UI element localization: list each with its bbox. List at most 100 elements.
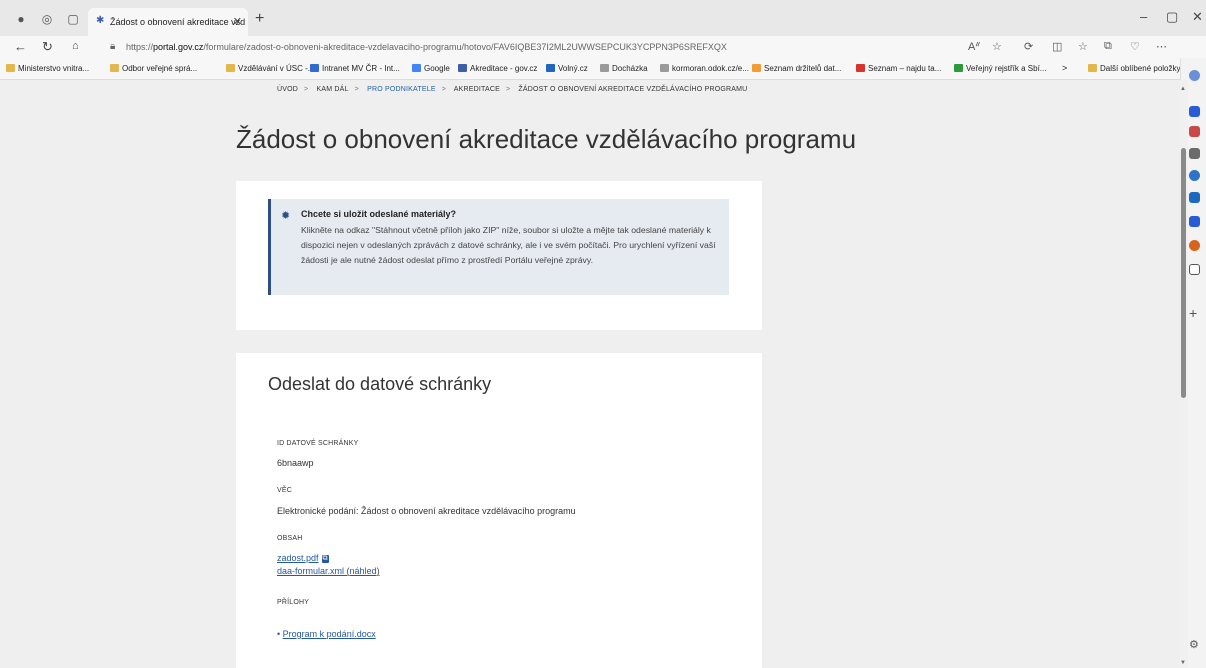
attachment-item[interactable]: • Program k podání.docx [277,629,376,639]
more-icon[interactable]: ⋯ [1156,40,1167,53]
settings-icon[interactable]: ⚙ [1189,640,1200,651]
fav-item[interactable]: kormoran.odok.cz/e... [660,64,749,73]
fav-item[interactable]: Docházka [600,64,648,73]
send-card: Odeslat do datové schránky ID DATOVÉ SCH… [236,353,762,668]
fav-label: Seznam – najdu ta... [868,64,942,73]
attachment-link[interactable]: Program k podání.docx [283,629,376,639]
breadcrumb-separator: > [505,86,511,93]
notes-icon[interactable] [1189,264,1200,275]
folder-icon [110,64,119,72]
refresh-icon[interactable]: ↻ [42,39,53,55]
fav-label: Volný.cz [558,64,588,73]
games-icon[interactable] [1189,148,1200,159]
page-scrollbar[interactable]: ▲ ▼ [1180,80,1188,668]
intranet-icon [310,64,319,72]
collections-icon[interactable]: ⧉ [1104,40,1112,53]
extensions-icon[interactable]: ⟳ [1024,40,1033,53]
external-link-icon: ⧉ [321,555,329,563]
chevron-right-icon[interactable]: > [1062,63,1067,73]
breadcrumb: ÚVOD > KAM DÁL > PRO PODNIKATELE > AKREDITA… [277,86,753,93]
tab-title: Žádost o obnovení akreditace vzd [110,17,246,27]
page-title: Žádost o obnovení akreditace vzdělávacíh… [236,124,857,154]
word-icon[interactable] [1189,216,1200,227]
scroll-thumb[interactable] [1181,148,1186,398]
fav-label: Další oblíbené položky [1100,64,1181,73]
folder-icon [226,64,235,72]
address-bar[interactable]: 🔒︎ https://portal.gov.cz/formulare/zadost… [106,37,1006,57]
minimize-icon[interactable]: – [1140,9,1147,24]
breadcrumb-home[interactable]: ÚVOD [277,86,298,93]
info-card: ✹ Chcete si uložit odeslané materiály? K… [236,181,762,330]
fav-item[interactable]: Ministerstvo vnitra... [6,64,89,73]
tab-actions-icon[interactable]: ▢ [66,12,80,26]
fav-label: Seznam držitelů dat... [764,64,842,73]
breadcrumb-akreditace[interactable]: AKREDITACE [454,86,500,93]
new-tab-button[interactable]: + [255,10,264,28]
performance-icon[interactable]: ♡ [1130,40,1140,53]
profile-icon[interactable]: ● [14,12,28,26]
close-tab-icon[interactable]: ✕ [233,8,242,36]
info-box: ✹ Chcete si uložit odeslané materiály? K… [268,199,729,295]
search-icon[interactable] [1189,70,1200,81]
id-label: ID DATOVÉ SCHRÁNKY [277,440,359,447]
google-icon [412,64,421,72]
tools-icon[interactable] [1189,126,1200,137]
read-aloud-icon[interactable]: Aᐥ [968,40,980,53]
breadcrumb-separator: > [441,86,446,93]
file-link-pdf[interactable]: zadost.pdf ⧉ [277,553,329,563]
attachments-label: PŘÍLOHY [277,599,310,606]
breadcrumb-current: ŽÁDOST O OBNOVENÍ AKREDITACE VZDĚLÁVACÍH… [518,86,748,93]
fav-label: Intranet MV ČR - Int... [322,64,400,73]
favorites-bar: Ministerstvo vnitra... Odbor veřejné spr… [0,58,1206,80]
close-window-icon[interactable]: ✕ [1192,9,1203,25]
breadcrumb-separator: > [354,86,359,93]
breadcrumb-pro-podnikatele[interactable]: PRO PODNIKATELE [367,86,436,93]
send-heading: Odeslat do datové schránky [268,374,492,394]
fav-label: Veřejný rejstřík a Sbí... [966,64,1047,73]
fav-item[interactable]: Veřejný rejstřík a Sbí... [954,64,1046,73]
other-favorites[interactable]: Další oblíbené položky [1088,64,1181,73]
fav-label: Google [424,64,450,73]
add-icon[interactable]: + [1189,306,1200,320]
shopping-icon[interactable] [1189,106,1200,117]
file-link-xml[interactable]: daa-formular.xml (náhled) [277,566,380,576]
subject-value: Elektronické podání: Žádost o obnovení a… [277,506,576,516]
info-text: Klikněte na odkaz "Stáhnout včetně přílo… [301,225,716,265]
url-domain: portal.gov.cz [153,42,204,52]
tab-bar: ● ◎ ▢ ✱ Žádost o obnovení akreditace vzd… [0,0,1206,36]
workspaces-icon[interactable]: ◎ [40,12,54,26]
scroll-up-icon[interactable]: ▲ [1180,86,1186,92]
fav-label: Vzdělávání v ÚSC -... [238,64,315,73]
scroll-down-icon[interactable]: ▼ [1180,660,1186,666]
fav-label: Odbor veřejné sprá... [122,64,198,73]
browser-window: ● ◎ ▢ ✱ Žádost o obnovení akreditace vzd… [0,0,1206,668]
fav-item[interactable]: Seznam držitelů dat... [752,64,841,73]
app-icon[interactable] [1189,240,1200,251]
lock-icon: 🔒︎ [110,41,116,52]
favorite-star-icon[interactable]: ☆ [992,40,1002,53]
breadcrumb-kam-dal[interactable]: KAM DÁL [316,86,348,93]
fav-item[interactable]: Vzdělávání v ÚSC -... [226,64,314,73]
tab-active[interactable]: ✱ Žádost o obnovení akreditace vzd ✕ [88,8,248,36]
favorites-icon[interactable]: ☆ [1078,40,1088,53]
id-value: 6bnaawp [277,458,314,468]
fav-item[interactable]: Intranet MV ČR - Int... [310,64,400,73]
lightbulb-icon: ✹ [281,210,291,222]
fav-item[interactable]: Odbor veřejné sprá... [110,64,197,73]
fav-item[interactable]: Seznam – najdu ta... [856,64,941,73]
preview-link[interactable]: náhled [350,566,377,576]
split-screen-icon[interactable]: ◫ [1052,40,1062,53]
home-icon[interactable]: ⌂ [72,40,79,52]
office-icon[interactable] [1189,170,1200,181]
back-icon[interactable]: ← [14,39,27,54]
fav-item[interactable]: Google [412,64,450,73]
maximize-icon[interactable]: ▢ [1166,9,1178,25]
info-heading: Chcete si uložit odeslané materiály? [301,209,457,219]
fav-item[interactable]: Akreditace - gov.cz [458,64,537,73]
fav-item[interactable]: Volný.cz [546,64,588,73]
gov-favicon-icon: ✱ [96,15,105,26]
outlook-icon[interactable] [1189,192,1200,203]
folder-icon [6,64,15,72]
breadcrumb-separator: > [304,86,309,93]
gov-icon [458,64,467,72]
